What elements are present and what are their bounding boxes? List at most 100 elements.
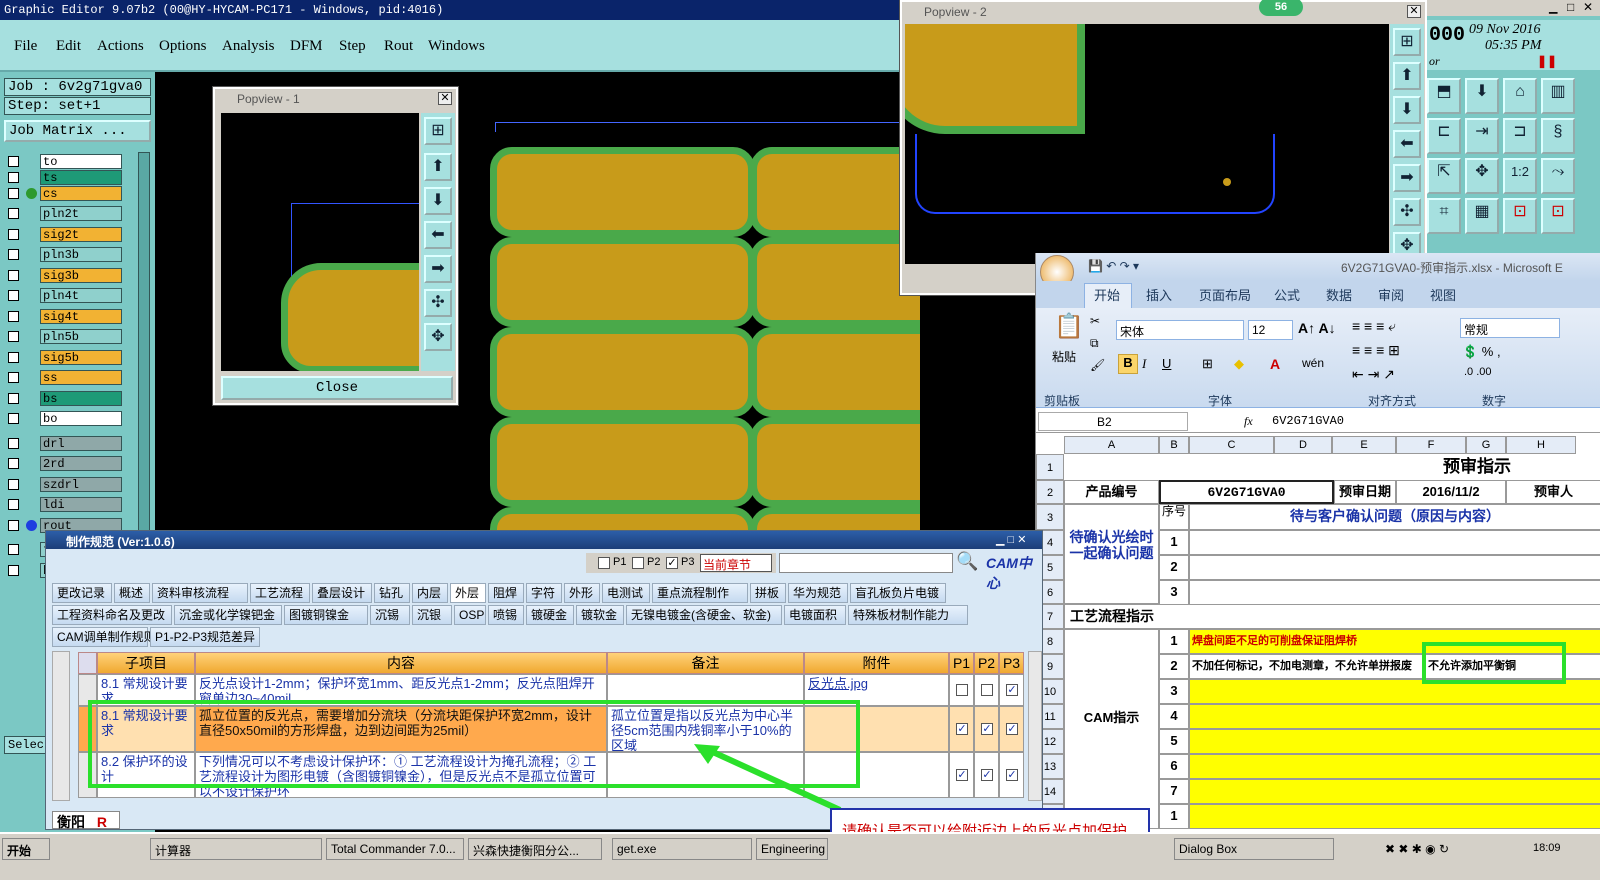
cell[interactable]: 1	[1159, 629, 1189, 654]
tool-icon[interactable]: ⬇	[1465, 78, 1499, 114]
cell[interactable]: 5	[1159, 729, 1189, 754]
cell[interactable]	[1189, 530, 1600, 555]
cell[interactable]: 预审日期	[1334, 480, 1396, 504]
tool-icon[interactable]: ⊐	[1503, 118, 1537, 154]
tool-icon[interactable]: §	[1541, 118, 1575, 154]
table-cell[interactable]: ✓	[999, 752, 1024, 798]
pan-right-icon[interactable]: ➡	[1393, 164, 1421, 192]
close-icon[interactable]: ✕	[438, 92, 452, 105]
layer-row[interactable]: sig5b	[4, 349, 122, 365]
cell[interactable]	[1189, 754, 1600, 779]
layer-checkbox[interactable]	[8, 372, 19, 383]
layer-checkbox[interactable]	[8, 172, 19, 183]
spec-tab[interactable]: 镀硬金	[526, 605, 574, 625]
scale-icon[interactable]: 1:2	[1503, 158, 1537, 194]
row-header[interactable]: 1	[1036, 454, 1064, 480]
cell[interactable]: 6	[1159, 754, 1189, 779]
layer-name[interactable]: drl	[40, 435, 122, 451]
layer-checkbox[interactable]	[8, 249, 19, 260]
spec-tab[interactable]: 盲孔板负片电镀	[850, 583, 946, 603]
layer-name[interactable]: sig3b	[40, 267, 122, 283]
cell[interactable]: 1	[1159, 804, 1189, 829]
layer-name[interactable]: sig4t	[40, 308, 122, 324]
layer-name[interactable]: ss	[40, 370, 122, 385]
close-icon[interactable]: ✕	[1583, 0, 1593, 14]
cell[interactable]	[1189, 779, 1600, 804]
column-header[interactable]: F	[1396, 436, 1466, 454]
spec-tab[interactable]: 喷锡	[488, 605, 524, 625]
table-header[interactable]: 附件	[804, 652, 949, 674]
left-scrollbar[interactable]	[52, 651, 70, 801]
layer-checkbox[interactable]	[8, 188, 19, 199]
layer-name[interactable]: szdrl	[40, 476, 122, 492]
layer-checkbox[interactable]	[8, 156, 19, 167]
table-cell[interactable]	[974, 674, 999, 706]
decimal-icon[interactable]: .0 .00	[1464, 366, 1492, 378]
cell[interactable]: 4	[1159, 704, 1189, 729]
pan-down-icon[interactable]: ⬇	[1393, 96, 1421, 124]
tool-icon[interactable]: ⇱	[1427, 158, 1461, 194]
pan-left-icon[interactable]: ⬅	[424, 221, 452, 249]
spec-tab[interactable]: 电镀面积	[784, 605, 846, 625]
spec-tab[interactable]: 阻焊	[488, 583, 524, 603]
row-header[interactable]: 2	[1036, 480, 1064, 504]
copy-icon[interactable]: ⧉	[1090, 336, 1099, 351]
layer-row[interactable]: szdrl	[4, 476, 122, 492]
task-total-commander[interactable]: Total Commander 7.0...	[326, 838, 464, 860]
spec-tab[interactable]: 电测试	[602, 583, 650, 603]
zoom-out-icon[interactable]: ✥	[424, 323, 452, 351]
layer-name[interactable]: sig5b	[40, 349, 122, 365]
cut-icon[interactable]: ✂	[1090, 314, 1100, 328]
paste-label[interactable]: 粘贴	[1052, 348, 1076, 365]
layer-row[interactable]: ldi	[4, 497, 122, 512]
bold-button[interactable]: B	[1118, 354, 1138, 374]
layer-name[interactable]: ts	[40, 170, 122, 185]
layer-name[interactable]: 2rd	[40, 456, 122, 471]
layer-checkbox[interactable]	[8, 351, 19, 363]
spec-tab[interactable]: 华为规范	[788, 583, 848, 603]
cell[interactable]	[1189, 704, 1600, 729]
table-cell[interactable]: ✓	[949, 752, 974, 798]
spec-tab[interactable]: 钻孔	[374, 583, 410, 603]
p-checkbox[interactable]	[981, 684, 993, 696]
cell[interactable]: 预审人	[1506, 480, 1600, 504]
task-calculator[interactable]: 计算器	[150, 838, 322, 860]
layer-row[interactable]: pln5b	[4, 329, 122, 344]
layer-name[interactable]: to	[40, 154, 122, 169]
menu-dfm[interactable]: DFM	[290, 38, 323, 55]
menu-rout[interactable]: Rout	[384, 38, 413, 55]
spec-tab[interactable]: 外形	[564, 583, 600, 603]
paste-icon[interactable]: 📋	[1054, 312, 1084, 341]
layer-checkbox[interactable]	[8, 290, 19, 301]
p1-filter-checkbox[interactable]	[598, 557, 610, 569]
layer-name[interactable]: pln2t	[40, 206, 122, 221]
pan-right-icon[interactable]: ➡	[424, 255, 452, 283]
minimize-icon[interactable]: ▁	[1549, 1, 1557, 14]
spec-tab[interactable]: 更改记录	[52, 583, 112, 603]
layer-row[interactable]: 2rd	[4, 456, 122, 471]
cell[interactable]: 3	[1159, 679, 1189, 704]
pan-up-icon[interactable]: ⬆	[1393, 62, 1421, 90]
layer-row[interactable]: sig2t	[4, 226, 122, 242]
p2-filter-checkbox[interactable]	[632, 557, 644, 569]
menu-actions[interactable]: Actions	[97, 38, 144, 55]
align-left-icon[interactable]: ≡ ≡ ≡ ⊞	[1352, 342, 1400, 359]
layer-checkbox[interactable]	[8, 269, 19, 281]
format-painter-icon[interactable]: 🖌	[1090, 358, 1105, 372]
grid-icon[interactable]: ▦	[1465, 198, 1499, 234]
spec-tab[interactable]: 图镀铜镍金	[284, 605, 368, 625]
spec-tab[interactable]: 重点流程制作	[652, 583, 748, 603]
table-cell[interactable]: ✓	[949, 706, 974, 752]
select-button[interactable]: Select	[4, 736, 51, 754]
layer-row[interactable]: drl	[4, 435, 122, 451]
underline-button[interactable]: U	[1162, 356, 1171, 371]
table-header[interactable]: P1	[949, 652, 974, 674]
layer-row[interactable]: pln4t	[4, 288, 122, 303]
spec-tab[interactable]: 资料审核流程	[152, 583, 248, 603]
tab-view[interactable]: 视图	[1430, 285, 1456, 304]
table-cell[interactable]: ✓	[999, 706, 1024, 752]
task-get-exe[interactable]: get.exe	[612, 838, 752, 860]
pan-left-icon[interactable]: ⬅	[1393, 130, 1421, 158]
maximize-icon[interactable]: □	[1567, 0, 1574, 14]
column-header[interactable]: E	[1332, 436, 1396, 454]
